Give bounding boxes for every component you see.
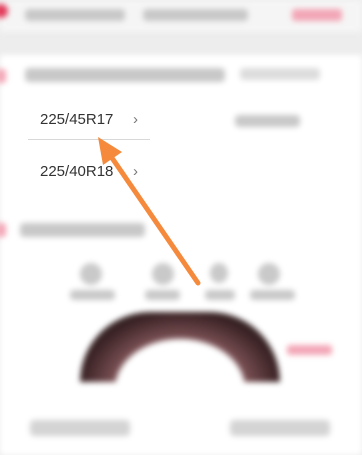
gauge-side-label xyxy=(287,345,332,355)
section-marker-icon xyxy=(0,69,6,83)
stat-label-3 xyxy=(205,290,235,300)
stat-icon-3 xyxy=(210,263,228,283)
tire-size-label-2: 225/40R18 xyxy=(40,162,114,180)
stat-icon-2 xyxy=(152,263,174,285)
subtitle-placeholder xyxy=(143,9,248,21)
right-value-placeholder xyxy=(235,115,300,127)
stat-label-4 xyxy=(250,290,295,300)
stat-label-1 xyxy=(70,290,115,300)
title-placeholder xyxy=(25,9,125,21)
section-marker-icon-2 xyxy=(0,223,6,237)
top-bar xyxy=(0,0,362,32)
row-divider xyxy=(28,139,150,140)
top-action-link[interactable] xyxy=(292,9,342,21)
chevron-right-icon: › xyxy=(133,110,138,128)
section-meta xyxy=(240,68,320,80)
stat-label-2 xyxy=(145,290,180,300)
stat-icon-4 xyxy=(258,263,280,285)
bottom-option-right[interactable] xyxy=(230,420,330,436)
tire-size-label-1: 225/45R17 xyxy=(40,110,114,128)
stat-icon-1 xyxy=(80,263,102,285)
section-title xyxy=(25,68,225,82)
app-logo-icon xyxy=(0,4,8,18)
tire-size-option-1[interactable]: 225/45R17 › xyxy=(28,100,150,138)
detail-section-title xyxy=(20,223,145,237)
chevron-right-icon: › xyxy=(133,162,138,180)
bottom-option-left[interactable] xyxy=(30,420,130,436)
tire-size-option-2[interactable]: 225/40R18 › xyxy=(28,153,150,189)
